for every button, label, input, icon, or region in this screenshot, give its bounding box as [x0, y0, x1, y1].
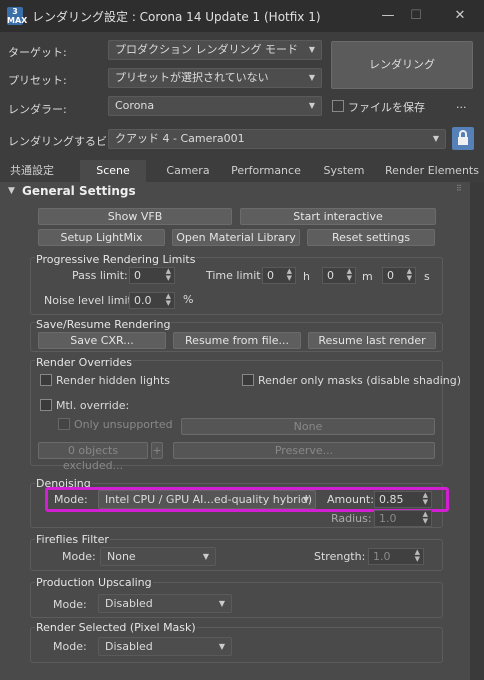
save-cxr-button[interactable]: Save CXR... — [38, 332, 166, 349]
minimize-button[interactable]: — — [376, 6, 400, 26]
show-vfb-button[interactable]: Show VFB — [38, 208, 232, 225]
renderer-label: レンダラー: — [8, 103, 67, 116]
tab-bar: 共通設定 Scene Camera Performance System Ren… — [0, 160, 484, 182]
start-interactive-button[interactable]: Start interactive — [240, 208, 436, 225]
save-file-label: ファイルを保存 — [348, 101, 425, 114]
fireflies-mode-dropdown[interactable]: None ▼ — [100, 547, 216, 566]
excluded-objects-button[interactable]: 0 objects excluded... — [38, 442, 148, 472]
tab-performance[interactable]: Performance — [230, 160, 302, 182]
radius-spinner[interactable]: 1.0 ▲ ▼ — [374, 510, 432, 527]
app-icon: 3 MAX — [7, 7, 28, 25]
chevron-down-icon: ▼ — [218, 642, 225, 651]
chevron-down-icon: ▼ — [202, 552, 209, 561]
general-settings-title: General Settings — [22, 184, 136, 198]
noise-limit-label: Noise level limit: — [44, 294, 136, 307]
minutes-spinner[interactable]: 0 ▲ ▼ — [322, 267, 356, 284]
maximize-button[interactable]: ☐ — [404, 6, 428, 26]
amount-spinner[interactable]: 0.85 ▲ ▼ — [374, 491, 432, 508]
minutes-unit: m — [362, 270, 373, 283]
fireflies-mode-label: Mode: — [62, 550, 96, 563]
setup-lightmix-button[interactable]: Setup LightMix — [38, 229, 165, 246]
render-selected-title: Render Selected (Pixel Mask) — [35, 621, 197, 634]
upscaling-mode-label: Mode: — [53, 598, 87, 611]
fireflies-title: Fireflies Filter — [35, 533, 110, 546]
tab-system[interactable]: System — [316, 160, 372, 182]
tab-scene[interactable]: Scene — [80, 160, 146, 182]
seconds-spinner[interactable]: 0 ▲ ▼ — [382, 267, 416, 284]
render-button[interactable]: レンダリング — [331, 41, 473, 89]
only-unsupported-label: Only unsupported — [74, 418, 173, 431]
view-dropdown[interactable]: クアッド 4 - Camera001 ▼ — [108, 129, 446, 149]
save-file-checkbox[interactable] — [332, 100, 344, 112]
chevron-down-icon: ▼ — [432, 134, 439, 143]
override-material-button[interactable]: None — [181, 418, 435, 435]
pass-limit-label: Pass limit: — [72, 269, 128, 282]
tab-common[interactable]: 共通設定 — [0, 160, 64, 182]
chevron-down-icon: ▼ — [218, 599, 225, 608]
lock-button[interactable] — [452, 127, 474, 150]
preserve-button[interactable]: Preserve... — [173, 442, 435, 459]
target-dropdown[interactable]: プロダクション レンダリング モード ▼ — [108, 40, 322, 60]
window-title: レンダリング設定 : Corona 14 Update 1 (Hotfix 1) — [32, 10, 321, 24]
preset-label: プリセット: — [8, 74, 67, 87]
radius-label: Radius: — [331, 512, 372, 525]
scrollbar[interactable] — [470, 182, 484, 680]
tab-render-elements[interactable]: Render Elements — [384, 160, 480, 182]
upscaling-title: Production Upscaling — [35, 576, 153, 589]
hours-spinner[interactable]: 0 ▲ ▼ — [262, 267, 296, 284]
tab-camera[interactable]: Camera — [158, 160, 218, 182]
drag-grip-icon[interactable]: ⠿ — [456, 184, 462, 193]
render-overrides-title: Render Overrides — [35, 356, 133, 369]
resume-last-render-button[interactable]: Resume last render — [308, 332, 436, 349]
only-unsupported-checkbox[interactable] — [58, 418, 70, 430]
render-selected-mode-label: Mode: — [53, 640, 87, 653]
upscaling-mode-dropdown[interactable]: Disabled ▼ — [98, 594, 232, 613]
denoise-mode-dropdown[interactable]: Intel CPU / GPU AI...ed-quality hybrid) ▼ — [98, 490, 316, 509]
hours-unit: h — [303, 270, 310, 283]
resume-from-file-button[interactable]: Resume from file... — [173, 332, 301, 349]
close-button[interactable]: ✕ — [448, 6, 472, 26]
amount-label: Amount: — [327, 493, 374, 506]
mtl-override-checkbox[interactable] — [40, 399, 52, 411]
time-limit-label: Time limit: — [206, 269, 265, 282]
mtl-override-label: Mtl. override: — [56, 399, 130, 412]
chevron-down-icon: ▼ — [302, 495, 309, 504]
more-button[interactable]: ... — [456, 98, 467, 111]
percent-unit: % — [183, 293, 194, 306]
chevron-down-icon: ▼ — [308, 45, 315, 54]
renderer-dropdown[interactable]: Corona ▼ — [108, 96, 322, 116]
preset-dropdown[interactable]: プリセットが選択されていない ▼ — [108, 68, 322, 88]
denoise-mode-label: Mode: — [54, 493, 88, 506]
strength-label: Strength: — [314, 550, 366, 563]
target-label: ターゲット: — [8, 46, 67, 59]
collapse-icon[interactable]: ▼ — [8, 186, 15, 196]
save-resume-title: Save/Resume Rendering — [35, 318, 172, 331]
seconds-unit: s — [424, 270, 430, 283]
progressive-title: Progressive Rendering Limits — [35, 253, 197, 266]
top-settings: ターゲット: プロダクション レンダリング モード ▼ プリセット: プリセットが… — [0, 32, 484, 160]
hidden-lights-label: Render hidden lights — [56, 374, 170, 387]
reset-settings-button[interactable]: Reset settings — [307, 229, 435, 246]
chevron-down-icon: ▼ — [308, 101, 315, 110]
only-masks-checkbox[interactable] — [242, 374, 254, 386]
only-masks-label: Render only masks (disable shading) — [258, 374, 462, 387]
add-exclude-button[interactable]: + — [151, 442, 163, 459]
lock-icon — [458, 130, 468, 145]
open-material-library-button[interactable]: Open Material Library — [172, 229, 300, 246]
chevron-down-icon: ▼ — [308, 73, 315, 82]
hidden-lights-checkbox[interactable] — [40, 374, 52, 386]
pass-limit-spinner[interactable]: 0 ▲ ▼ — [129, 267, 175, 284]
strength-spinner[interactable]: 1.0 ▲ ▼ — [368, 548, 424, 565]
noise-limit-spinner[interactable]: 0.0 ▲ ▼ — [129, 292, 175, 309]
title-bar: 3 MAX レンダリング設定 : Corona 14 Update 1 (Hotf… — [0, 0, 484, 32]
render-selected-mode-dropdown[interactable]: Disabled ▼ — [98, 637, 232, 656]
